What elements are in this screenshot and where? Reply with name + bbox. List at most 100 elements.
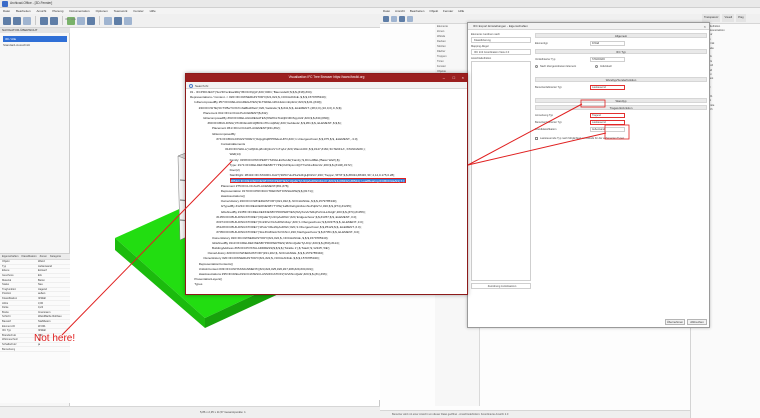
close-icon[interactable]: × <box>704 24 706 29</box>
undo-icon[interactable] <box>40 16 48 25</box>
maximize-icon[interactable]: □ <box>453 75 455 80</box>
property-value[interactable]: IfcWall <box>590 40 625 46</box>
reset-mapping-button[interactable]: Zuordnung zurücksetzen <box>471 283 531 289</box>
ifc-tree-node[interactable]: HasAssociations() <box>221 194 245 199</box>
ifc-tree-node[interactable]: UnitsInContext #33=IFCUNITASSIGNMENT((#2… <box>199 267 314 272</box>
filter-icon[interactable] <box>407 15 413 22</box>
info-tab[interactable]: Eigenschaften <box>2 255 18 258</box>
ifc-tree-node-selected[interactable]: #8522=IFCRELDEFINESBYPROPERTIES('1QwErTy… <box>229 178 406 183</box>
save-icon[interactable] <box>391 15 397 22</box>
new-file-icon[interactable] <box>3 16 11 25</box>
layer-icon[interactable] <box>77 16 85 25</box>
view-tab[interactable]: Transparenz <box>702 14 721 22</box>
minimize-icon[interactable]: – <box>443 75 445 80</box>
pan-icon[interactable] <box>124 16 132 25</box>
menu-item[interactable]: Datei <box>383 9 390 13</box>
ifc-tree-node[interactable]: #60=IFCBUILDING('3TnRCExHD1QBD3mTKmtq9Mq… <box>208 121 342 126</box>
ifc-tree-node[interactable]: StairFlight: #8432=IFCSTAIRFLIGHT('3R5tY… <box>230 173 395 178</box>
menu-item[interactable]: Hilfe <box>150 9 156 13</box>
checkbox[interactable] <box>535 136 538 140</box>
ifc-tree-node[interactable]: Door(2) <box>230 168 240 173</box>
ifc-tree-node[interactable]: HasAssociations #35=IFCRELASSOCIATESCLAS… <box>199 272 328 277</box>
navigator-item-selected[interactable]: 3D / Alle <box>3 36 67 42</box>
menu-item[interactable]: Optionen <box>96 9 108 13</box>
menu-item[interactable]: Ansicht <box>395 9 405 13</box>
ifc-tree-node[interactable]: #5128=IFCBUILDINGSTOREY('1PoIuYtReWqAsDf… <box>216 225 361 230</box>
ifc-tree-node[interactable]: #146=IFCWALL('1x8jF4Lp8m3Q2sVxYnTqA1',#2… <box>225 147 365 152</box>
ifc-tree-node[interactable]: IsDefinedBy #113=IFCRELDEFINESBYPROPERTI… <box>212 241 340 246</box>
ifc-tree-node[interactable]: OwnerHistory #20=IFCOWNERHISTORY(#21,#22… <box>212 236 328 241</box>
ifc-tree-node[interactable]: Types <box>194 282 202 287</box>
print-icon[interactable] <box>399 15 405 22</box>
ifc-tree-node[interactable]: Placement #75=IFCLOCALPLACEMENT(#61,#76)… <box>221 184 289 189</box>
highlighted-property-value[interactable]: Laststeuernd <box>590 84 625 90</box>
element-list-box[interactable] <box>471 61 531 281</box>
ifc-tree-node[interactable]: #1356=IFCBUILDINGSTOREY('2QwErTyUiOpAsDf… <box>216 215 357 220</box>
search-icon[interactable] <box>189 83 193 88</box>
menu-item[interactable]: Teamwork <box>114 9 128 13</box>
ifc-tree-node[interactable]: #40=IFCSITE('0CT3f5eTCXb7m6aBHdWelz',#20… <box>199 106 342 111</box>
ifc-tree-node[interactable]: ContainsElements <box>221 142 245 147</box>
ifc-tree-node[interactable]: Wall(14) <box>230 152 241 157</box>
highlighted-property-value[interactable]: Laststeuernd <box>590 119 625 125</box>
info-tab[interactable]: Klassifikation <box>21 255 36 258</box>
ifc-tree-node[interactable]: #74=IFCBUILDINGSTOREY('0HjxgDq6PP8bdesUP… <box>216 137 358 142</box>
menu-item[interactable]: Objekt <box>429 9 438 13</box>
menu-item[interactable]: Datei <box>3 9 10 13</box>
ok-button[interactable]: Übernehmen <box>665 319 685 325</box>
highlighted-property-value[interactable]: Tragend <box>590 112 625 118</box>
info-row[interactable]: Bemerkung <box>0 347 70 352</box>
menu-item[interactable]: Bearbeiten <box>410 9 425 13</box>
navigator-item[interactable]: Standard-Ausschnitt <box>3 43 30 47</box>
ifc-tree-node[interactable]: IsDecomposedBy #63=IFCRELAGGREGATES('0iW… <box>203 116 330 121</box>
menu-item[interactable]: Planung <box>52 9 63 13</box>
radio-button[interactable] <box>595 64 598 68</box>
ifc-tree-node[interactable]: #3374=IFCBUILDINGSTOREY('0mNbVcXzAsDfGhJ… <box>216 220 363 225</box>
ifc-tree-node[interactable]: OwnerHistory #20=IFCOWNERHISTORY(#21,#22… <box>208 251 324 256</box>
ifc-tree-node[interactable]: OwnerHistory #20=IFCOWNERHISTORY(#21,#22… <box>203 256 319 261</box>
ifc-tree-node[interactable]: OwnerHistory #20=IFCOWNERHISTORY(#21,#22… <box>221 199 337 204</box>
radio-button[interactable] <box>535 64 538 68</box>
redo-icon[interactable] <box>50 16 58 25</box>
view-tab[interactable]: Visuell <box>722 14 735 22</box>
cancel-button[interactable]: Abbrechen <box>687 319 707 325</box>
ifc-tree-node[interactable]: RepresentationContexts() <box>199 262 233 267</box>
info-tab[interactable]: Zonen <box>40 255 47 258</box>
property-value[interactable]: Außenwand <box>590 126 625 132</box>
open-file-icon[interactable] <box>13 16 21 25</box>
menu-item[interactable]: Fenster <box>443 9 453 13</box>
ifc-tree-node[interactable]: #7050=IFCBUILDINGSTOREY('3LkJhGfDsAzXcVb… <box>216 230 360 235</box>
menu-item[interactable]: Dokumentation <box>69 9 89 13</box>
menu-item[interactable]: Hilfe <box>458 9 464 13</box>
ifc-tree-node[interactable]: Type: #171=IFCRELDEFINESBYTYPE('2xK9pLm4… <box>230 163 353 168</box>
close-icon[interactable]: × <box>462 75 464 80</box>
orbit-icon[interactable] <box>114 16 122 25</box>
view-selector[interactable]: 3D / Alle <box>65 17 76 21</box>
ifc-tree-node[interactable]: Family: #158=IFCPROPERTYSINGLEVALUE('Fam… <box>230 158 341 163</box>
ifc-tree-node[interactable]: PresentationLayers() <box>194 277 222 282</box>
ifc-tree-node[interactable]: IsDefinedBy #1355=IFCRELDEFINESBYPROPERT… <box>221 210 366 215</box>
ifc-tree-node[interactable]: Placement #61=IFCLOCALPLACEMENT(#41,#62)… <box>212 126 280 131</box>
save-icon[interactable] <box>23 16 31 25</box>
ifc-tree-node[interactable]: BuildingAddress #65=IFCPOSTALADDRESS($,$… <box>212 246 330 251</box>
mapping-select[interactable]: Klassifizierung <box>471 37 531 43</box>
ifc-tree-node[interactable]: Representation #170=IFCPRODUCTDEFINITION… <box>221 189 314 194</box>
ifc-tree-node[interactable]: IsDecomposedBy #57=IFCRELAGGREGATES('3LT… <box>194 100 322 105</box>
ifc-tree-node[interactable]: Representations / Context -> #20=IFCOWNE… <box>190 95 326 100</box>
select-icon[interactable] <box>87 16 95 25</box>
view-tab[interactable]: Prag <box>736 14 746 22</box>
search-label[interactable]: Search.ifc <box>195 84 208 88</box>
ifc-tree-view[interactable]: #1 - IFCPROJECT('3eVD7ecEwe9RqYBrOCPqQd'… <box>186 89 467 294</box>
rule-select[interactable]: IFC 2x3 Coordination View 2.0 <box>471 49 531 55</box>
property-value[interactable]: STANDARD <box>590 56 625 62</box>
menu-item[interactable]: Bearbeiten <box>16 9 31 13</box>
ifc-tree-node[interactable]: Placement #41=IFCLOCALPLACEMENT($,#42); <box>203 111 268 116</box>
ifc-tree-node[interactable]: #1 - IFCPROJECT('3eVD7ecEwe9RqYBrOCPqQd'… <box>190 90 312 95</box>
zoom-icon[interactable] <box>104 16 112 25</box>
menu-item[interactable]: Fenster <box>133 9 143 13</box>
info-tab[interactable]: Kategorie <box>50 255 61 258</box>
open-icon[interactable] <box>383 15 389 22</box>
ifc-tree-node[interactable]: IsDecomposedBy <box>212 132 236 137</box>
menu-item[interactable]: Ansicht <box>37 9 47 13</box>
ifc-tree-node[interactable]: IsTypedBy #1234=IFCRELDEFINESBYTYPE('1aB… <box>221 204 352 209</box>
